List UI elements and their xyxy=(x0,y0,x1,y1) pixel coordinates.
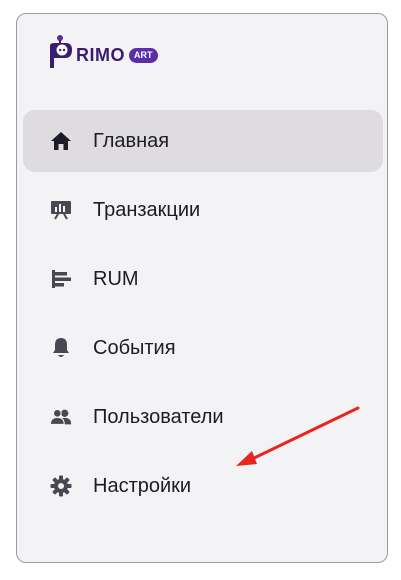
presentation-chart-icon xyxy=(49,198,73,222)
logo[interactable]: RIMO ART xyxy=(45,32,158,72)
sidebar-item-home[interactable]: Главная xyxy=(23,110,383,172)
sidebar-item-label: RUM xyxy=(93,267,139,290)
sidebar-item-users[interactable]: Пользователи xyxy=(23,386,383,448)
sidebar-item-label: Транзакции xyxy=(93,198,201,221)
sidebar-item-label: Пользователи xyxy=(93,405,224,428)
robot-logo-icon xyxy=(45,34,75,70)
sidebar-item-settings[interactable]: Настройки xyxy=(23,455,383,517)
users-icon xyxy=(49,405,73,429)
bell-icon xyxy=(49,336,73,360)
gear-icon xyxy=(49,474,73,498)
home-icon xyxy=(49,129,73,153)
sidebar-item-events[interactable]: События xyxy=(23,317,383,379)
sidebar-item-label: Настройки xyxy=(93,474,192,497)
sidebar-item-label: События xyxy=(93,336,176,359)
bars-icon xyxy=(49,267,73,291)
sidebar-item-rum[interactable]: RUM xyxy=(23,248,383,310)
sidebar-nav: Главная Транзакции RUM События Пользоват… xyxy=(23,110,383,524)
logo-text: RIMO xyxy=(76,44,125,65)
sidebar: RIMO ART Главная Транзакции RUM События … xyxy=(16,13,388,563)
sidebar-item-label: Главная xyxy=(93,129,170,152)
logo-badge: ART xyxy=(129,47,158,63)
sidebar-item-transactions[interactable]: Транзакции xyxy=(23,179,383,241)
